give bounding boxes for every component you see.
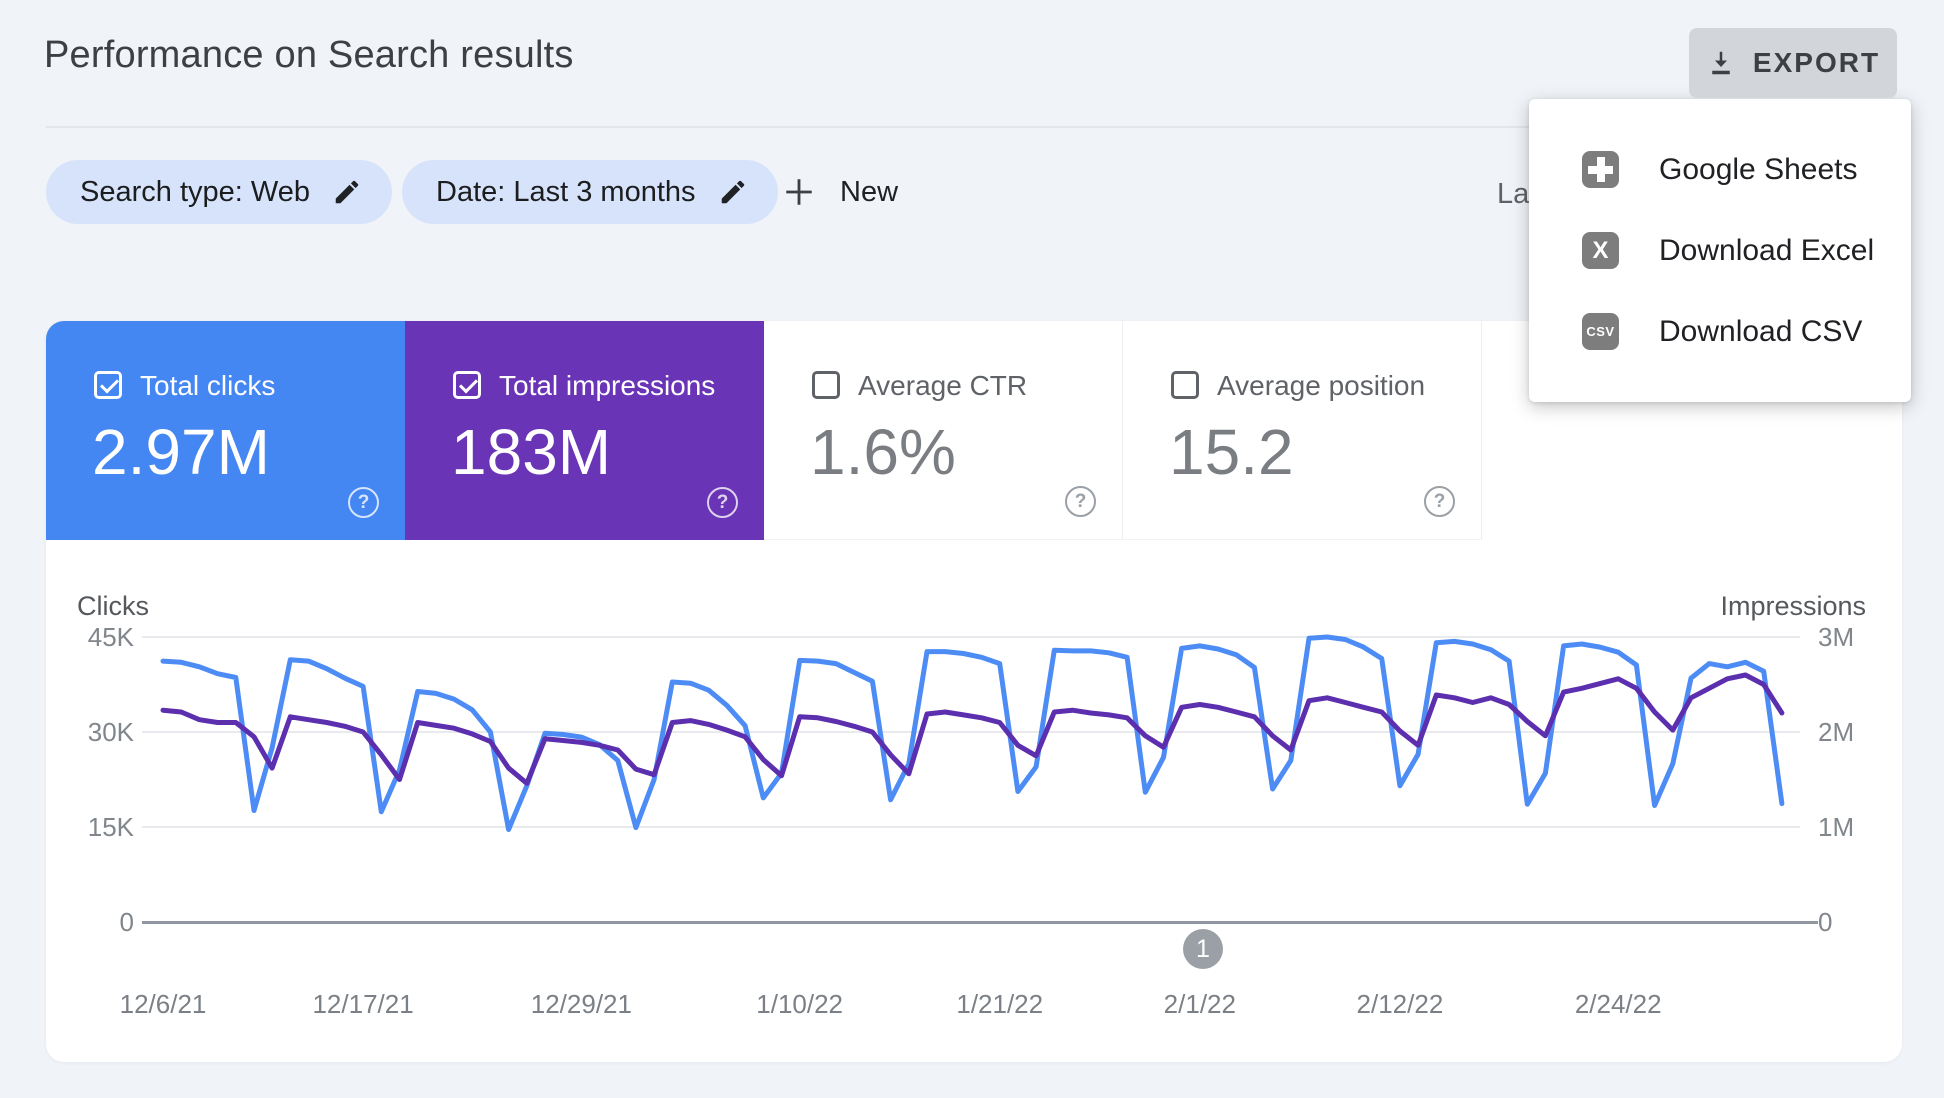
menu-item-label: Download CSV [1659, 314, 1863, 348]
csv-badge-icon: CSV [1582, 313, 1619, 350]
export-dropdown-menu: Google Sheets X Download Excel CSV Downl… [1529, 99, 1911, 402]
y-axis-tick-label: 0 [1818, 907, 1833, 937]
metric-label: Total impressions [499, 370, 716, 401]
sheets-cross-icon [1582, 151, 1619, 188]
x-axis-label: 12/17/21 [312, 989, 414, 1019]
x-axis-label: 1/10/22 [756, 989, 844, 1019]
metric-label: Total clicks [140, 370, 276, 401]
checkbox-unchecked-icon[interactable] [1171, 371, 1199, 399]
y-axis-tick-label: 1M [1818, 812, 1855, 842]
left-axis-title: Clicks [77, 591, 149, 621]
y-axis-tick-label: 2M [1818, 717, 1855, 747]
edit-pencil-icon[interactable] [332, 177, 362, 207]
metric-label: Average CTR [858, 370, 1028, 401]
performance-report-page: Performance on Search results Search typ… [0, 0, 1944, 1098]
metric-card-average-position[interactable]: Average position 15.2 ? [1123, 321, 1482, 540]
x-axis-label: 2/12/22 [1356, 989, 1444, 1019]
menu-item-label: Download Excel [1659, 233, 1875, 267]
checkbox-checked-icon[interactable] [94, 371, 122, 399]
metric-card-average-ctr[interactable]: Average CTR 1.6% ? [764, 321, 1123, 540]
pagination-page-badge[interactable]: 1 [1183, 929, 1223, 969]
x-axis-label: 2/1/22 [1163, 989, 1236, 1019]
help-question-icon[interactable]: ? [1065, 486, 1096, 517]
checkbox-unchecked-icon[interactable] [812, 371, 840, 399]
clicks-impressions-line-chart [160, 634, 1785, 832]
search-type-chip-label: Search type: Web [80, 175, 310, 208]
metric-value: 15.2 [1169, 416, 1294, 488]
new-filter-button[interactable]: New [782, 160, 898, 224]
export-button[interactable]: EXPORT [1689, 28, 1897, 98]
help-question-icon[interactable]: ? [1424, 486, 1455, 517]
performance-panel: Total clicks 2.97M ? Total impressions 1… [46, 321, 1902, 1062]
y-axis-tick-label: 0 [119, 907, 134, 937]
menu-item-download-excel[interactable]: X Download Excel [1529, 210, 1911, 291]
checkbox-checked-icon[interactable] [453, 371, 481, 399]
metric-value: 183M [451, 416, 612, 488]
x-axis-label: 12/29/21 [530, 989, 632, 1019]
search-type-chip[interactable]: Search type: Web [46, 160, 392, 224]
y-axis-tick-label: 3M [1818, 622, 1855, 652]
metric-card-total-impressions[interactable]: Total impressions 183M ? [405, 321, 764, 540]
metric-label: Average position [1217, 370, 1426, 401]
menu-item-google-sheets[interactable]: Google Sheets [1529, 129, 1911, 210]
x-axis-label: 2/24/22 [1574, 989, 1662, 1019]
metric-card-total-clicks[interactable]: Total clicks 2.97M ? [46, 321, 405, 540]
date-range-chip-label: Date: Last 3 months [436, 175, 696, 208]
menu-item-download-csv[interactable]: CSV Download CSV [1529, 291, 1911, 372]
menu-item-label: Google Sheets [1659, 152, 1858, 186]
y-axis-tick-label: 45K [87, 622, 134, 652]
metric-value: 2.97M [92, 416, 270, 488]
export-button-label: EXPORT [1752, 47, 1881, 78]
date-range-chip[interactable]: Date: Last 3 months [402, 160, 778, 224]
letter-x-icon: X [1582, 232, 1619, 269]
y-axis-tick-label: 30K [87, 717, 134, 747]
plus-icon [786, 179, 812, 205]
download-icon [1712, 51, 1730, 75]
x-axis-label: 1/21/22 [956, 989, 1044, 1019]
last-updated-text-truncated: La [1497, 178, 1530, 210]
page-title: Performance on Search results [44, 34, 574, 76]
new-filter-label: New [840, 175, 899, 208]
x-axis-label: 12/6/21 [119, 989, 207, 1019]
help-question-icon[interactable]: ? [707, 487, 738, 518]
y-axis-tick-label: 15K [87, 812, 134, 842]
edit-pencil-icon[interactable] [718, 177, 748, 207]
metric-value: 1.6% [810, 416, 956, 488]
help-question-icon[interactable]: ? [348, 487, 379, 518]
line-series-impressions [160, 672, 1785, 786]
